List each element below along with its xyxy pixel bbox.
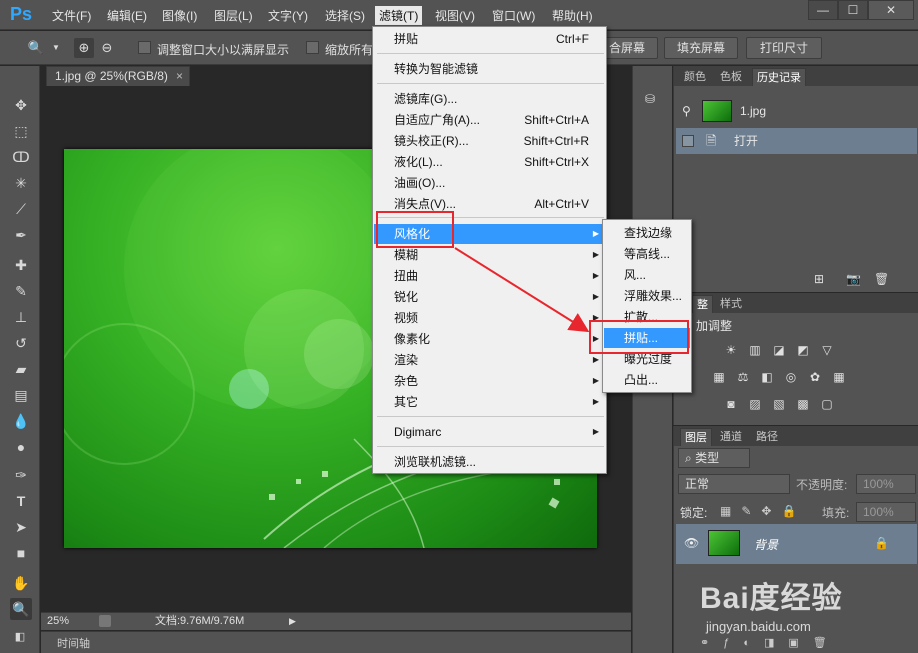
watermark-url: jingyan.baidu.com xyxy=(706,619,811,634)
annotation-arrow xyxy=(454,247,590,333)
baidu-jingyan-watermark: Bai度经验 jingyan.baidu.com xyxy=(700,573,910,643)
watermark-main: Bai度经验 xyxy=(700,582,843,615)
layers-footer-icons[interactable]: ⚭ƒ◐◨▣🗑 xyxy=(700,636,900,652)
